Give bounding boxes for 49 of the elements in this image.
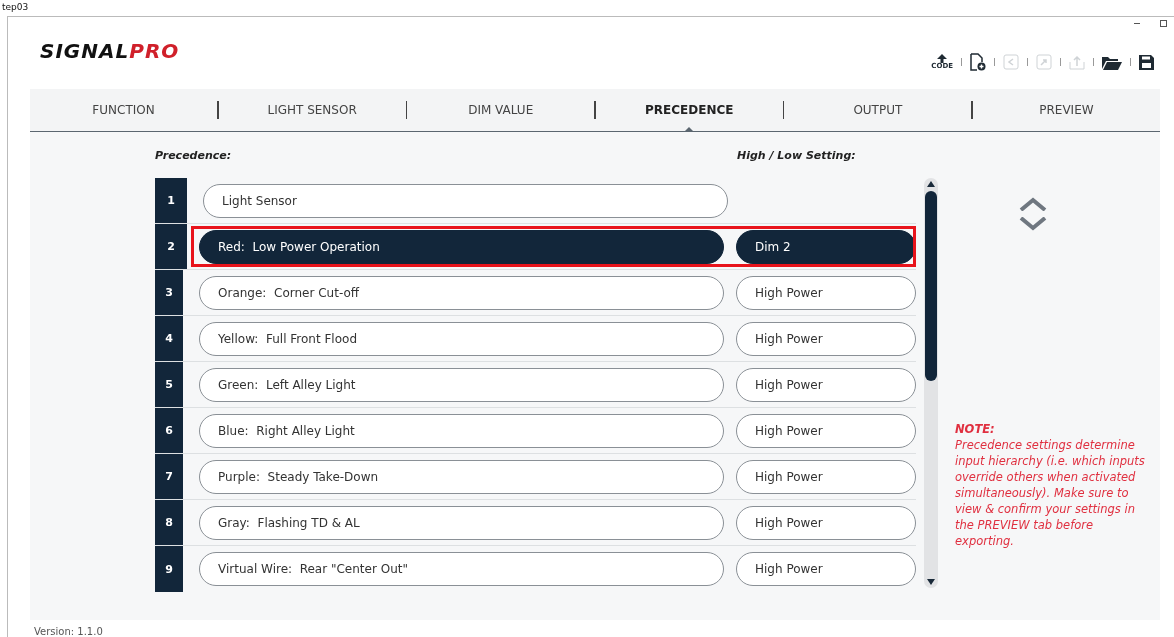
upload-arrow-icon [935, 54, 950, 63]
input-pill[interactable]: Yellow: Full Front Flood [199, 321, 724, 356]
input-pill[interactable]: Orange: Corner Cut-off [199, 275, 724, 310]
scroll-down-icon[interactable] [927, 579, 935, 585]
tab[interactable]: FUNCTION [30, 89, 218, 131]
tab[interactable]: PREVIEW [972, 89, 1160, 131]
row-number: 4 [155, 316, 183, 361]
tab[interactable]: OUTPUT [784, 89, 972, 131]
setting-pill[interactable]: High Power [736, 367, 916, 402]
input-pill[interactable]: Purple: Steady Take-Down [199, 459, 724, 494]
row-number: 8 [155, 500, 183, 545]
scroll-up-icon[interactable] [927, 181, 935, 187]
restore-icon[interactable] [1160, 19, 1168, 27]
row-number: 3 [155, 270, 183, 315]
column-heading: Precedence: [155, 148, 233, 162]
setting-pill[interactable]: High Power [736, 552, 916, 586]
move-down-icon[interactable] [1019, 217, 1047, 231]
version-label: Version: 1.1.0 [33, 625, 104, 637]
column-heading: High / Low Setting: [737, 148, 856, 162]
setting-pill[interactable]: Dim 2 [736, 229, 916, 264]
scrollbar[interactable] [924, 178, 938, 588]
setting-pill[interactable]: High Power [736, 321, 916, 356]
row-number: 5 [155, 362, 183, 407]
setting-pill[interactable]: High Power [736, 275, 916, 310]
move-up-icon[interactable] [1019, 197, 1047, 211]
input-pill[interactable]: Green: Left Alley Light [199, 367, 724, 402]
setting-pill[interactable]: High Power [736, 459, 916, 494]
row-number: 7 [155, 454, 183, 499]
window-title: tep03 [2, 1, 29, 14]
input-pill[interactable]: Light Sensor [203, 183, 728, 218]
row-number: 1 [155, 178, 187, 223]
tab[interactable]: LIGHT SENSOR [218, 89, 406, 131]
input-pill[interactable]: Virtual Wire: Rear "Center Out" [199, 552, 724, 586]
save-icon[interactable] [1139, 54, 1154, 70]
row-number: 2 [155, 224, 187, 269]
tab[interactable]: PRECEDENCE [595, 89, 783, 131]
tab[interactable]: DIM VALUE [407, 89, 595, 131]
row-number: 9 [155, 546, 183, 592]
input-pill[interactable]: Gray: Flashing TD & AL [199, 505, 724, 540]
note-text: Precedence settings determine input hierarchy (i.e. which inputs override others when activated simultaneously). Make sure to view & confirm your settings in the PREVIEW tab before exporting. [955, 437, 1145, 549]
input-pill[interactable]: Blue: Right Alley Light [199, 413, 724, 448]
row-number: 6 [155, 408, 183, 453]
folder-icon[interactable] [1102, 54, 1122, 70]
logo: SIGNALPRO [40, 39, 180, 63]
setting-pill[interactable]: High Power [736, 413, 916, 448]
note-title: NOTE: [955, 421, 995, 437]
new-file-icon[interactable] [970, 53, 986, 71]
setting-pill[interactable]: High Power [736, 505, 916, 540]
input-pill[interactable]: Red: Low Power Operation [199, 229, 724, 264]
